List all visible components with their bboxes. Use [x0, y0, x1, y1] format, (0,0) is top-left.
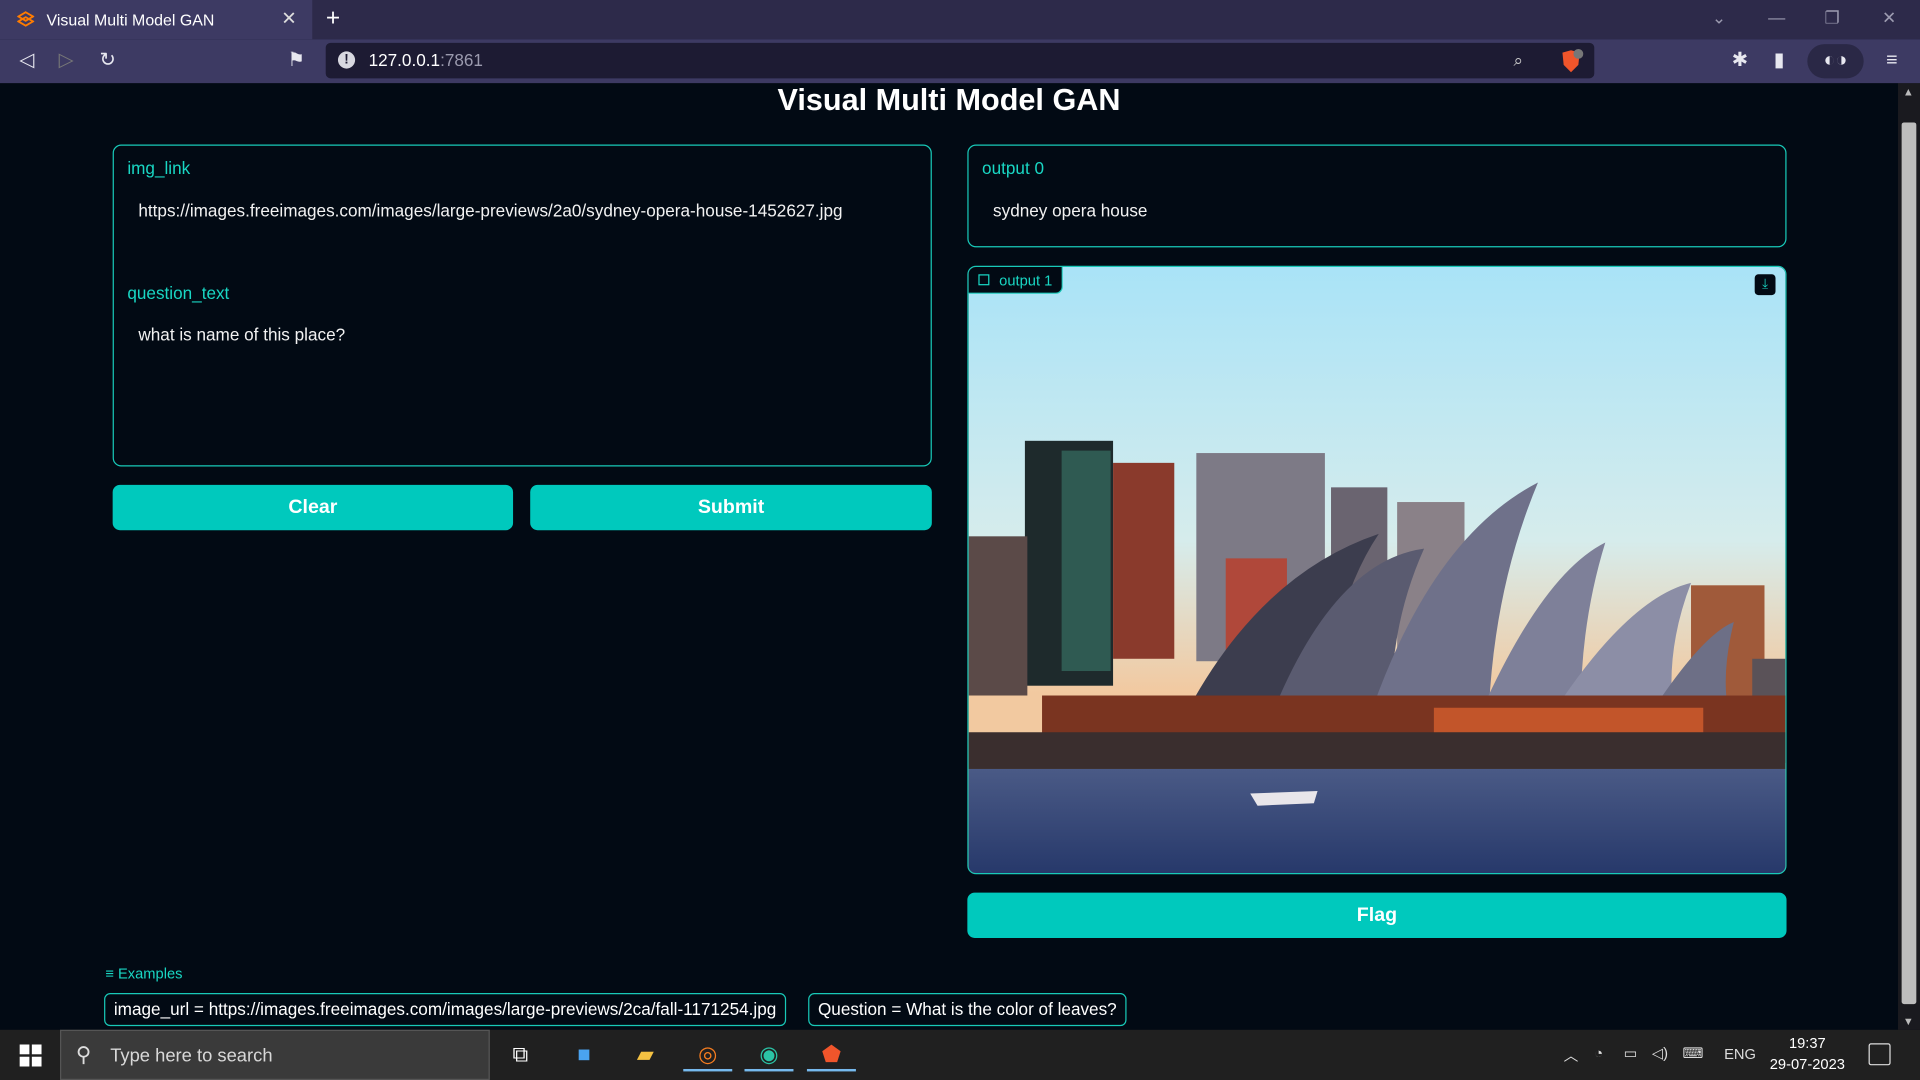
question-text-label: question_text [127, 282, 230, 303]
zoom-icon[interactable]: ⌕ [1513, 50, 1533, 70]
edge-browser-icon[interactable]: ◉ [744, 1037, 794, 1072]
battery-icon[interactable]: ▭ [1624, 1044, 1638, 1061]
clear-button[interactable]: Clear [112, 484, 514, 531]
address-bar[interactable]: ! 127.0.0.1:7861 ⌕ [325, 42, 1595, 79]
output-1-label: output 1 [968, 266, 1064, 294]
search-icon: ⚲ [75, 1043, 92, 1067]
tray-chevron-icon[interactable]: ︿ [1564, 1044, 1579, 1065]
image-icon [978, 274, 990, 286]
submit-button[interactable]: Submit [530, 484, 932, 531]
search-placeholder: Type here to search [110, 1045, 273, 1067]
windows-taskbar: ⚲ Type here to search ⧉ ■ ▰ ◎ ◉ ⬟ ︿ ◔ ▭ … [0, 1029, 1920, 1080]
task-view-icon[interactable]: ⧉ [503, 1037, 537, 1071]
output-0-label: output 0 [982, 157, 1045, 178]
sydney-opera-house-image [968, 266, 1786, 874]
browser-tab[interactable]: Visual Multi Model GAN ✕ [0, 0, 313, 40]
page-title: Visual Multi Model GAN [777, 83, 1121, 118]
gradio-logo-icon [17, 11, 35, 27]
tab-search-icon[interactable]: ⌄ [1712, 7, 1726, 28]
close-tab-icon[interactable]: ✕ [280, 10, 297, 28]
taskbar-clock[interactable]: 19:37 29-07-2023 [1763, 1033, 1851, 1075]
menu-icon[interactable]: ≡ [1880, 49, 1904, 73]
sidebar-icon[interactable]: ▮ [1767, 49, 1791, 73]
site-info-icon[interactable]: ! [337, 51, 356, 69]
gradio-page: Visual Multi Model GAN img_link https://… [0, 83, 1898, 1030]
close-window-icon[interactable]: ✕ [1882, 7, 1896, 28]
browser-toolbar: ◁ ▷ ↻ ⚑ ! 127.0.0.1:7861 ⌕ ✱ ▮ ◐◑ ≡ [0, 39, 1920, 84]
output-1-image-panel: output 1 ⤓ [967, 265, 1787, 875]
page-scrollbar[interactable]: ▲ ▼ [1897, 83, 1920, 1030]
output-0-text: sydney opera house [993, 200, 1148, 221]
restore-icon[interactable]: ❐ [1824, 7, 1839, 28]
scroll-up-icon[interactable]: ▲ [1903, 86, 1914, 98]
scroll-down-icon[interactable]: ▼ [1903, 1015, 1914, 1027]
brave-browser-icon[interactable]: ⬟ [806, 1037, 856, 1072]
bookmark-icon[interactable]: ⚑ [284, 49, 308, 73]
download-icon[interactable]: ⤓ [1754, 274, 1776, 296]
example-question[interactable]: Question = What is the color of leaves? [808, 993, 1127, 1027]
forward-icon[interactable]: ▷ [54, 49, 78, 73]
examples-header: ≡ Examples [105, 964, 183, 983]
browser-tab-bar: Visual Multi Model GAN ✕ + ⌄ — ❐ ✕ [0, 0, 1920, 40]
keyboard-icon[interactable]: ⌨ [1682, 1044, 1703, 1061]
profile-icon[interactable]: ◐◑ [1807, 44, 1864, 79]
output-0-panel: output 0 sydney opera house [967, 144, 1787, 248]
tab-title: Visual Multi Model GAN [46, 10, 215, 29]
extensions-icon[interactable]: ✱ [1728, 49, 1752, 73]
file-explorer-icon[interactable]: ▰ [628, 1037, 662, 1071]
volume-icon[interactable]: ◁) [1652, 1044, 1668, 1061]
screen: Visual Multi Model GAN ✕ + ⌄ — ❐ ✕ ◁ ▷ ↻… [0, 0, 1920, 1080]
notification-icon[interactable] [1868, 1043, 1891, 1066]
taskbar-search-box[interactable]: ⚲ Type here to search [60, 1029, 490, 1080]
img-link-label: img_link [127, 157, 191, 178]
input-panel: img_link https://images.freeimages.com/i… [112, 144, 932, 467]
brave-shields-icon[interactable] [1558, 48, 1585, 75]
new-tab-button[interactable]: + [321, 6, 345, 30]
back-icon[interactable]: ◁ [15, 49, 39, 73]
store-app-icon[interactable]: ■ [567, 1037, 601, 1071]
url-text: 127.0.0.1:7861 [368, 50, 483, 70]
wifi-icon[interactable]: ◔ [1594, 1044, 1603, 1061]
flag-button[interactable]: Flag [967, 892, 1787, 938]
question-text-input[interactable]: what is name of this place? [138, 324, 345, 344]
example-image-url[interactable]: image_url = https://images.freeimages.co… [104, 993, 787, 1027]
list-icon: ≡ [105, 964, 114, 983]
scroll-thumb[interactable] [1901, 122, 1917, 1005]
windows-start-icon[interactable] [19, 1044, 42, 1067]
minimize-icon[interactable]: — [1768, 7, 1785, 27]
img-link-input[interactable]: https://images.freeimages.com/images/lar… [138, 201, 842, 221]
language-indicator[interactable]: ENG [1724, 1046, 1756, 1063]
jupyter-app-icon[interactable]: ◎ [683, 1037, 733, 1072]
reload-icon[interactable]: ↻ [96, 49, 120, 73]
